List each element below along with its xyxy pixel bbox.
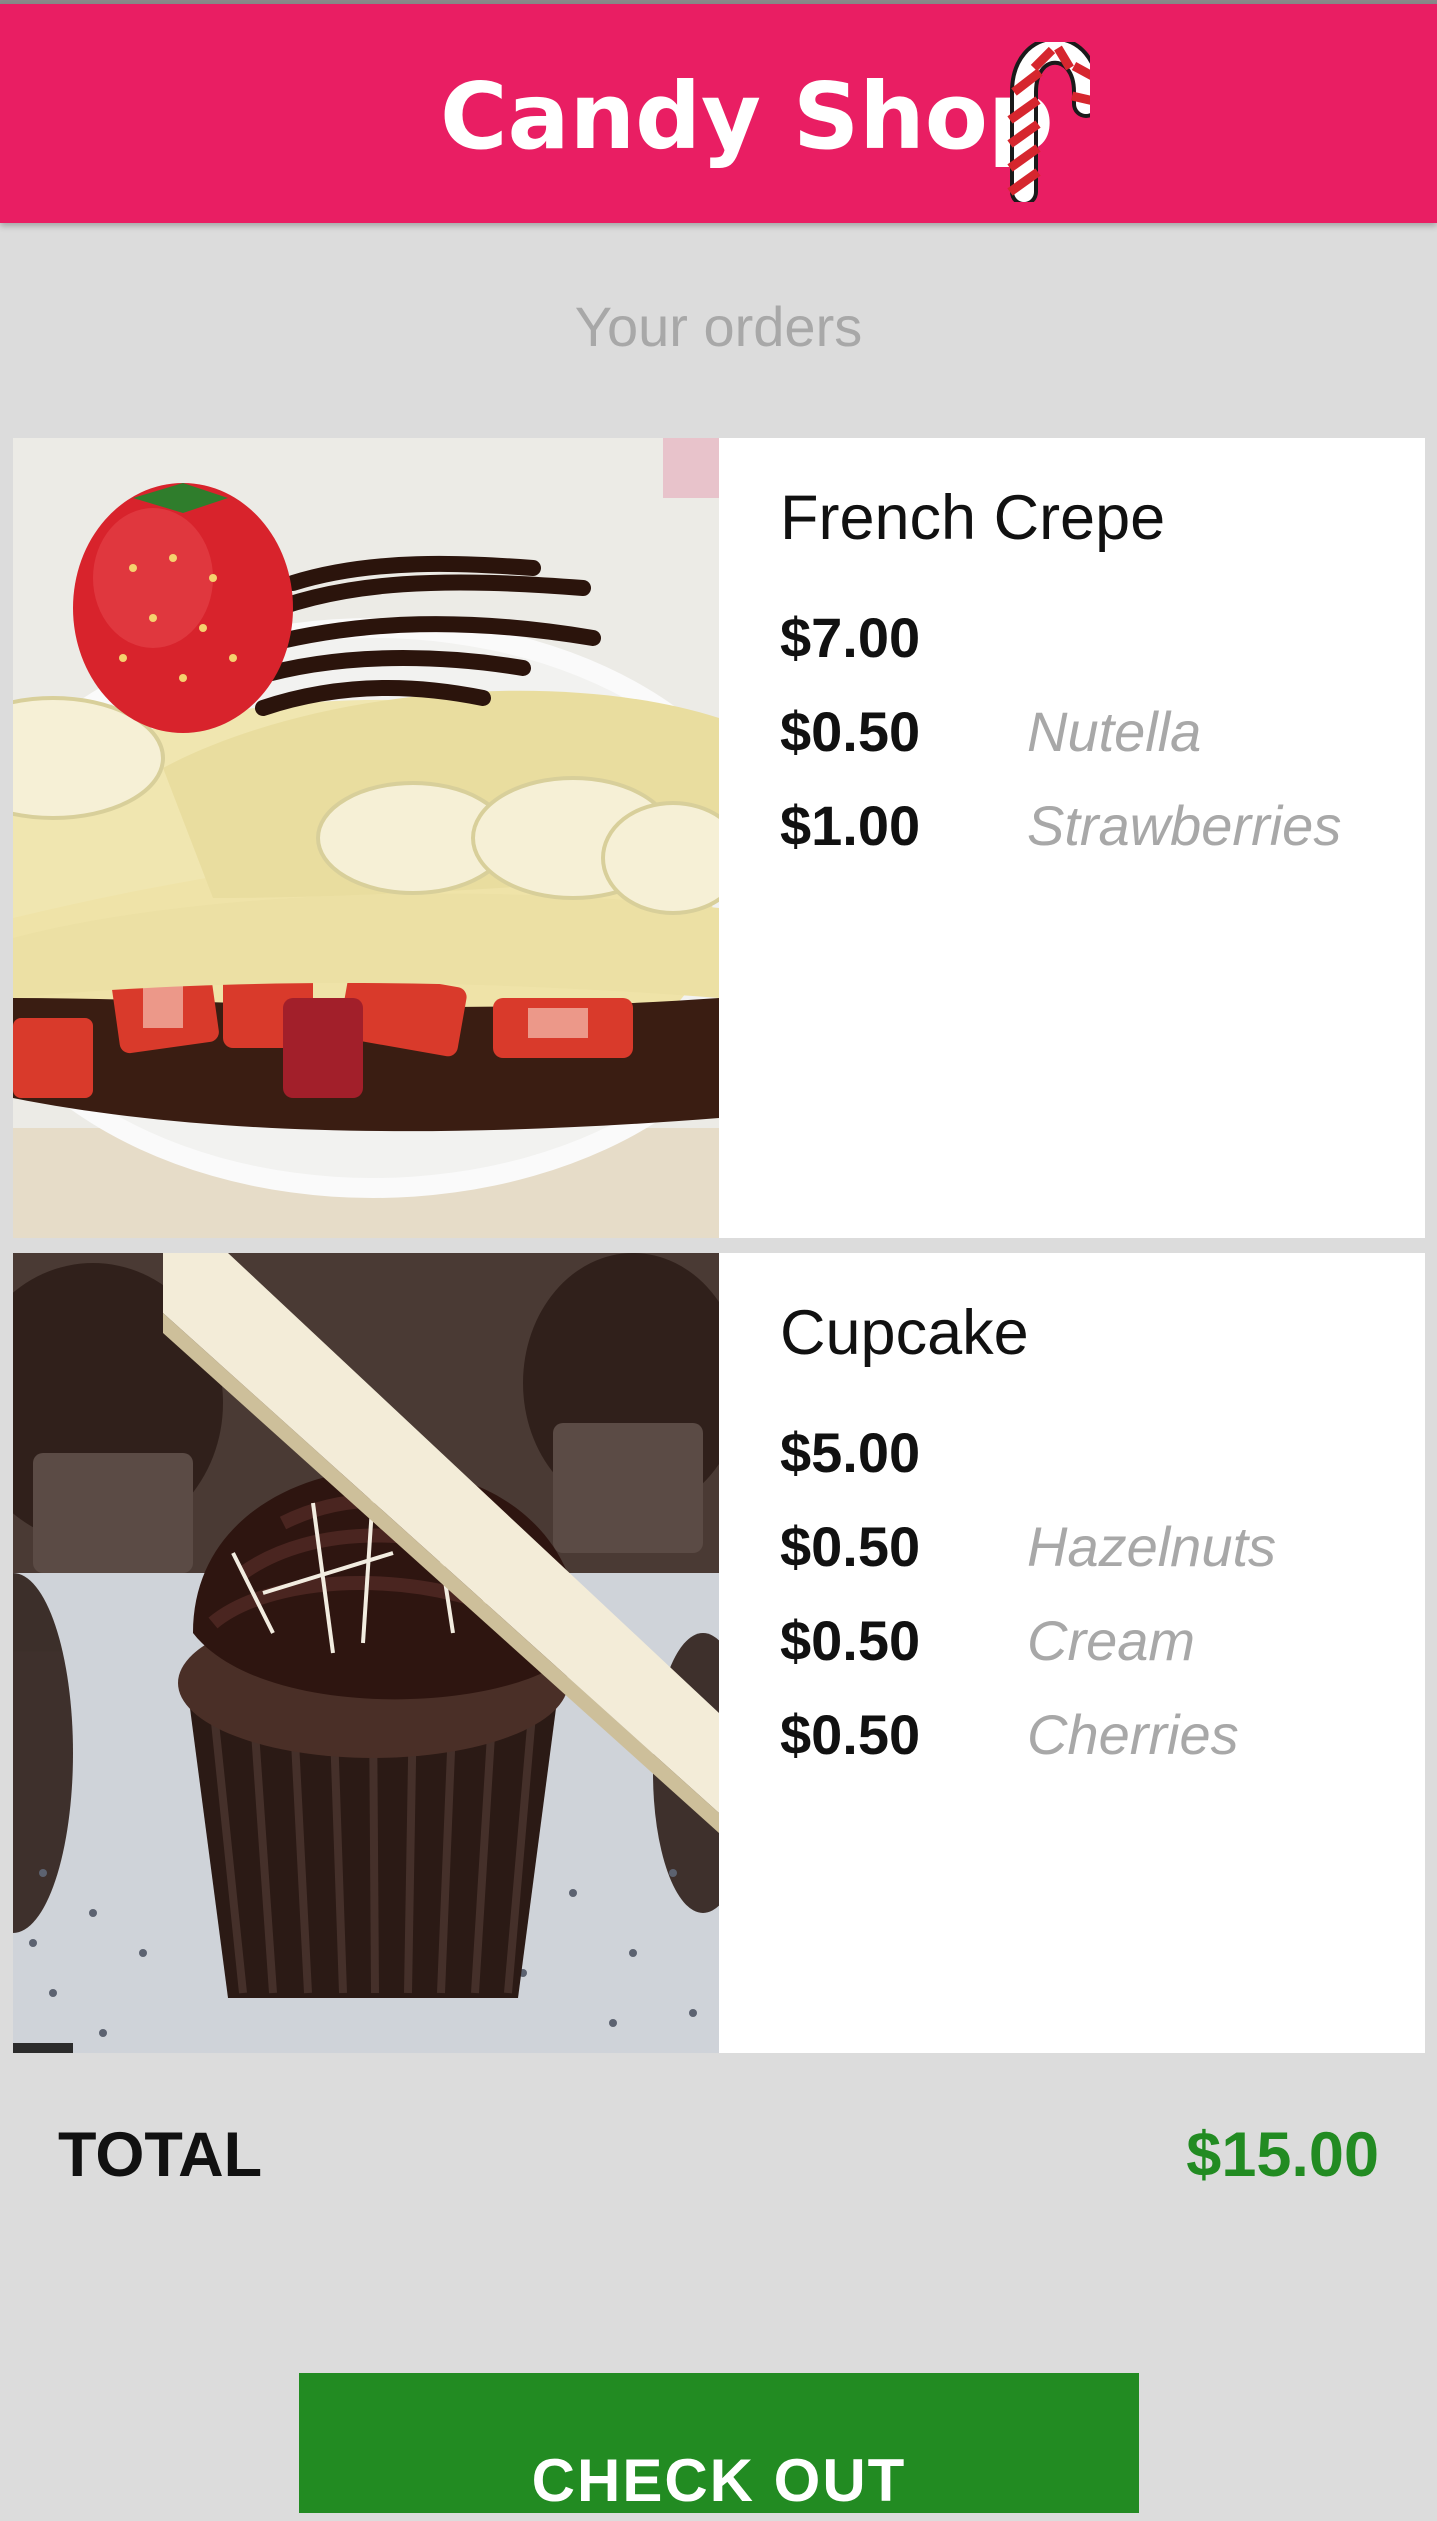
extra-row: $0.50 Cream [780,1601,1400,1681]
base-price-row: $5.00 [780,1413,1400,1493]
extra-name: Cream [1027,1609,1196,1672]
line-price: $7.00 [780,606,921,669]
checkout-button-label: CHECK OUT [531,2447,907,2514]
french-crepe-photo [13,438,719,1238]
line-price: $0.50 [780,1703,921,1766]
line-price: $1.00 [780,794,921,857]
extra-row: $0.50 Hazelnuts [780,1507,1400,1587]
extra-name: Cherries [1027,1703,1239,1766]
extra-row: $0.50 Cherries [780,1695,1400,1775]
chocolate-cupcake-photo [13,1253,719,2053]
line-price: $0.50 [780,1515,921,1578]
app-header: Candy Shop [0,4,1437,223]
extra-name: Strawberries [1027,794,1342,857]
candy-cane-icon [1007,42,1090,202]
item-name: Cupcake [780,1298,1029,1368]
extra-name: Nutella [1027,700,1202,763]
orders-subtitle: Your orders [574,295,863,358]
item-name: French Crepe [780,483,1166,553]
order-card-cupcake[interactable]: Cupcake $5.00 $0.50 Hazelnuts $0.50 Crea… [13,1253,1425,2053]
extra-row: $0.50 Nutella [780,692,1400,772]
app-title: Candy Shop [440,63,1054,170]
line-price: $0.50 [780,700,921,763]
order-card-french-crepe[interactable]: French Crepe $7.00 $0.50 Nutella $1.00 S… [13,438,1425,1238]
extra-name: Hazelnuts [1027,1515,1277,1578]
extra-row: $1.00 Strawberries [780,786,1400,866]
line-price: $5.00 [780,1421,921,1484]
checkout-button[interactable]: CHECK OUT [299,2373,1139,2514]
line-price: $0.50 [780,1609,921,1672]
total-label: TOTAL [58,2120,263,2190]
base-price-row: $7.00 [780,598,1400,678]
total-value: $15.00 [1186,2120,1379,2190]
